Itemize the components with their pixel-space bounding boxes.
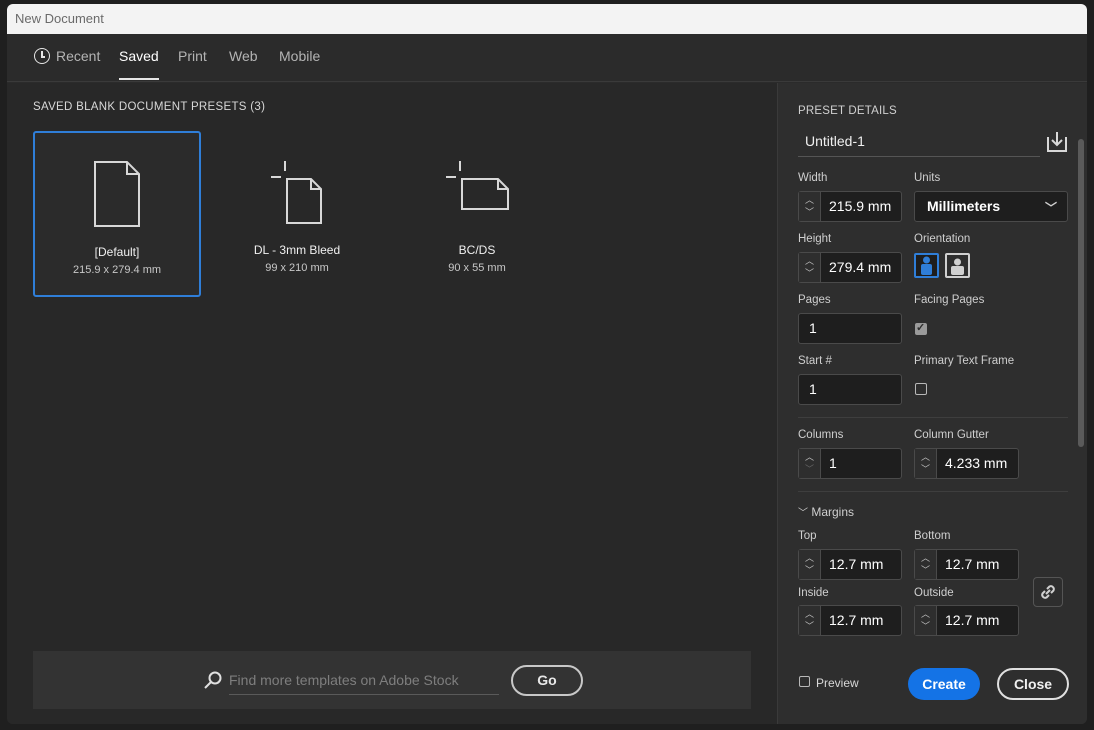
preset-category-tabs: Recent Saved Print Web Mobile bbox=[7, 34, 1087, 82]
columns-stepper[interactable]: ︿ ﹀ bbox=[799, 449, 821, 478]
portrait-orientation-button[interactable] bbox=[914, 253, 939, 278]
preview-label: Preview bbox=[816, 676, 859, 690]
top-margin-field[interactable]: ︿ ﹀ 12.7 mm bbox=[798, 549, 902, 580]
tab-saved[interactable]: Saved bbox=[119, 48, 159, 80]
outside-margin-stepper[interactable]: ︿ ﹀ bbox=[915, 606, 937, 635]
presets-count: (3) bbox=[250, 101, 266, 113]
column-gutter-field[interactable]: ︿ ﹀ 4.233 mm bbox=[914, 448, 1019, 479]
outside-margin-value: 12.7 mm bbox=[945, 612, 1000, 628]
window-title: New Document bbox=[7, 4, 1087, 34]
orientation-label: Orientation bbox=[914, 233, 971, 245]
width-label: Width bbox=[798, 172, 828, 184]
portrait-icon bbox=[921, 256, 932, 275]
section-title-text: SAVED BLANK DOCUMENT PRESETS bbox=[33, 101, 247, 113]
outside-margin-label: Outside bbox=[914, 587, 954, 599]
go-button[interactable]: Go bbox=[511, 665, 583, 696]
save-preset-icon[interactable] bbox=[1046, 131, 1068, 153]
new-document-dialog: New Document Recent Saved Print Web Mobi… bbox=[7, 4, 1087, 724]
height-value: 279.4 mm bbox=[829, 259, 892, 275]
facing-pages-label: Facing Pages bbox=[914, 294, 985, 306]
top-margin-value: 12.7 mm bbox=[829, 556, 884, 572]
top-margin-stepper[interactable]: ︿ ﹀ bbox=[799, 550, 821, 579]
tab-recent[interactable]: Recent bbox=[34, 48, 100, 80]
height-label: Height bbox=[798, 233, 832, 245]
dialog-footer: Preview Create Close bbox=[778, 653, 1087, 724]
preset-size: 99 x 210 mm bbox=[265, 262, 329, 274]
outside-margin-field[interactable]: ︿ ﹀ 12.7 mm bbox=[914, 605, 1019, 636]
close-button[interactable]: Close bbox=[997, 668, 1069, 700]
gutter-stepper[interactable]: ︿ ﹀ bbox=[915, 449, 937, 478]
columns-label: Columns bbox=[798, 429, 844, 441]
tab-label: Recent bbox=[56, 48, 101, 64]
preset-bcds[interactable]: BC/DS 90 x 55 mm bbox=[393, 131, 561, 297]
bottom-margin-stepper[interactable]: ︿ ﹀ bbox=[915, 550, 937, 579]
primary-text-frame-label: Primary Text Frame bbox=[914, 355, 1015, 367]
height-field[interactable]: ︿ ﹀ 279.4 mm bbox=[798, 252, 902, 283]
pages-label: Pages bbox=[798, 294, 831, 306]
inside-margin-label: Inside bbox=[798, 587, 829, 599]
pages-field[interactable]: 1 bbox=[798, 313, 902, 344]
divider bbox=[798, 491, 1068, 492]
clock-icon bbox=[34, 48, 50, 64]
chevron-down-icon: ﹀ bbox=[1044, 201, 1057, 215]
start-page-field[interactable]: 1 bbox=[798, 374, 902, 405]
divider bbox=[798, 417, 1068, 418]
width-field[interactable]: ︿ ﹀ 215.9 mm bbox=[798, 191, 902, 222]
start-label: Start # bbox=[798, 355, 832, 367]
scroll-thumb[interactable] bbox=[1078, 139, 1084, 447]
units-value: Millimeters bbox=[927, 198, 1001, 214]
adobe-stock-search-bar: Go bbox=[33, 651, 751, 709]
start-value: 1 bbox=[809, 381, 817, 397]
width-stepper[interactable]: ︿ ﹀ bbox=[799, 192, 821, 221]
inside-margin-value: 12.7 mm bbox=[829, 612, 884, 628]
preset-details-title: PRESET DETAILS bbox=[798, 105, 897, 117]
card-bleed-icon bbox=[446, 161, 509, 210]
tab-web[interactable]: Web bbox=[229, 48, 258, 80]
preset-name: BC/DS bbox=[458, 243, 496, 257]
preset-default[interactable]: [Default] 215.9 x 279.4 mm bbox=[33, 131, 201, 297]
primary-text-frame-checkbox[interactable] bbox=[915, 383, 927, 395]
gutter-value: 4.233 mm bbox=[945, 455, 1008, 471]
preset-name: [Default] bbox=[94, 245, 140, 259]
facing-pages-checkbox[interactable] bbox=[915, 321, 927, 335]
link-icon bbox=[1041, 585, 1055, 599]
top-margin-label: Top bbox=[798, 530, 817, 542]
link-margins-button[interactable] bbox=[1033, 577, 1063, 607]
page-icon bbox=[94, 161, 140, 227]
tab-mobile[interactable]: Mobile bbox=[279, 48, 320, 80]
presets-pane: SAVED BLANK DOCUMENT PRESETS (3) [Defaul… bbox=[7, 83, 777, 724]
presets-section-title: SAVED BLANK DOCUMENT PRESETS (3) bbox=[33, 101, 265, 113]
units-label: Units bbox=[914, 172, 941, 184]
preset-details-pane: PRESET DETAILS Untitled-1 Width ︿ ﹀ 215.9… bbox=[777, 83, 1087, 724]
details-scrollbar[interactable] bbox=[1077, 131, 1085, 641]
preset-size: 215.9 x 279.4 mm bbox=[72, 264, 162, 276]
inside-margin-stepper[interactable]: ︿ ﹀ bbox=[799, 606, 821, 635]
preview-checkbox[interactable] bbox=[799, 676, 810, 687]
columns-field[interactable]: ︿ ﹀ 1 bbox=[798, 448, 902, 479]
bottom-margin-field[interactable]: ︿ ﹀ 12.7 mm bbox=[914, 549, 1019, 580]
width-value: 215.9 mm bbox=[829, 198, 892, 214]
height-stepper[interactable]: ︿ ﹀ bbox=[799, 253, 821, 282]
preset-name: DL - 3mm Bleed bbox=[253, 243, 341, 257]
margins-toggle[interactable]: ﹀ Margins bbox=[798, 504, 854, 519]
pages-value: 1 bbox=[809, 320, 817, 336]
bottom-margin-value: 12.7 mm bbox=[945, 556, 1000, 572]
bottom-margin-label: Bottom bbox=[914, 530, 951, 542]
preset-dl-bleed[interactable]: DL - 3mm Bleed 99 x 210 mm bbox=[213, 131, 381, 297]
margins-label: Margins bbox=[811, 505, 855, 519]
columns-value: 1 bbox=[829, 455, 837, 471]
chevron-down-icon: ﹀ bbox=[798, 508, 808, 519]
document-name-input[interactable]: Untitled-1 bbox=[798, 125, 1040, 157]
inside-margin-field[interactable]: ︿ ﹀ 12.7 mm bbox=[798, 605, 902, 636]
landscape-orientation-button[interactable] bbox=[945, 253, 970, 278]
page-bleed-icon bbox=[271, 161, 322, 224]
column-gutter-label: Column Gutter bbox=[914, 429, 989, 441]
preset-size: 90 x 55 mm bbox=[448, 262, 506, 274]
create-button[interactable]: Create bbox=[908, 668, 980, 700]
search-icon bbox=[204, 671, 222, 689]
units-select[interactable]: Millimeters ﹀ bbox=[914, 191, 1068, 222]
tab-print[interactable]: Print bbox=[178, 48, 207, 80]
stock-search-input[interactable] bbox=[229, 665, 499, 695]
landscape-icon bbox=[951, 258, 964, 275]
